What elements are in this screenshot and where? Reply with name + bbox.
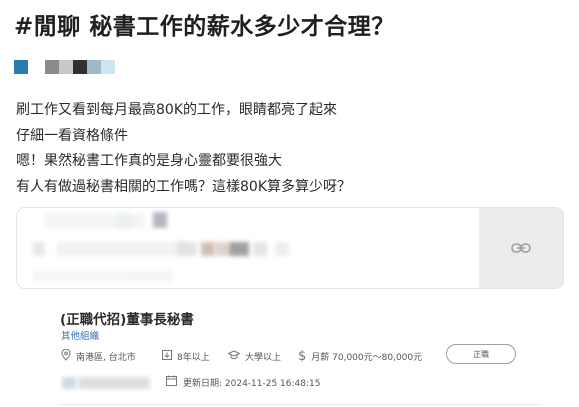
poster-redacted bbox=[78, 377, 150, 389]
link-preview-card[interactable] bbox=[16, 207, 564, 289]
job-experience-text: 8年以上 bbox=[177, 352, 210, 363]
dollar-icon: $ bbox=[298, 348, 307, 364]
post-body-line: 刷工作又看到每月最高80K的工作，眼睛都亮了起來 bbox=[16, 102, 337, 118]
job-updated-text: 更新日期: 2024-11-25 16:48:15 bbox=[183, 378, 321, 389]
calendar-download-icon bbox=[162, 349, 177, 363]
author-redacted bbox=[14, 60, 115, 74]
poster-redacted bbox=[62, 377, 76, 389]
post-body-line: 有人有做過秘書相關的工作嗎？這樣80K算多算少呀？ bbox=[16, 178, 351, 195]
link-icon bbox=[511, 239, 531, 258]
job-location-text: 南港區, 台北市 bbox=[76, 352, 136, 363]
job-experience: 8年以上 bbox=[162, 348, 210, 364]
location-pin-icon bbox=[61, 348, 76, 364]
job-salary: $ 月薪 70,000元～80,000元 bbox=[298, 348, 422, 364]
divider bbox=[60, 404, 540, 405]
post-title: #閒聊 秘書工作的薪水多少才合理？ bbox=[14, 14, 395, 40]
job-location: 南港區, 台北市 bbox=[61, 348, 136, 364]
job-type-button[interactable]: 正職 bbox=[446, 344, 516, 364]
post-body-line: 嗯！果然秘書工作真的是身心靈都要很強大 bbox=[16, 153, 282, 169]
post-body: 刷工作又看到每月最高80K的工作，眼睛都亮了起來 仔細一看資格條件 嗯！果然秘書… bbox=[16, 98, 351, 200]
job-listing-card[interactable]: (正職代招)董事長秘書 其他組織 南港區, 台北市 8年以上 大學以上 $ 月薪… bbox=[46, 296, 558, 407]
job-education-text: 大學以上 bbox=[245, 352, 282, 363]
job-education: 大學以上 bbox=[227, 348, 282, 364]
calendar-icon bbox=[166, 375, 183, 389]
job-updated: 更新日期: 2024-11-25 16:48:15 bbox=[166, 375, 320, 389]
job-company[interactable]: 其他組織 bbox=[61, 328, 99, 342]
graduation-cap-icon bbox=[227, 349, 245, 363]
job-title[interactable]: (正職代招)董事長秘書 bbox=[60, 308, 194, 328]
post-body-line: 仔細一看資格條件 bbox=[16, 127, 128, 144]
link-preview-thumbnail[interactable] bbox=[479, 208, 563, 288]
job-salary-text: 月薪 70,000元～80,000元 bbox=[311, 352, 423, 363]
link-preview-content-redacted bbox=[17, 208, 481, 288]
